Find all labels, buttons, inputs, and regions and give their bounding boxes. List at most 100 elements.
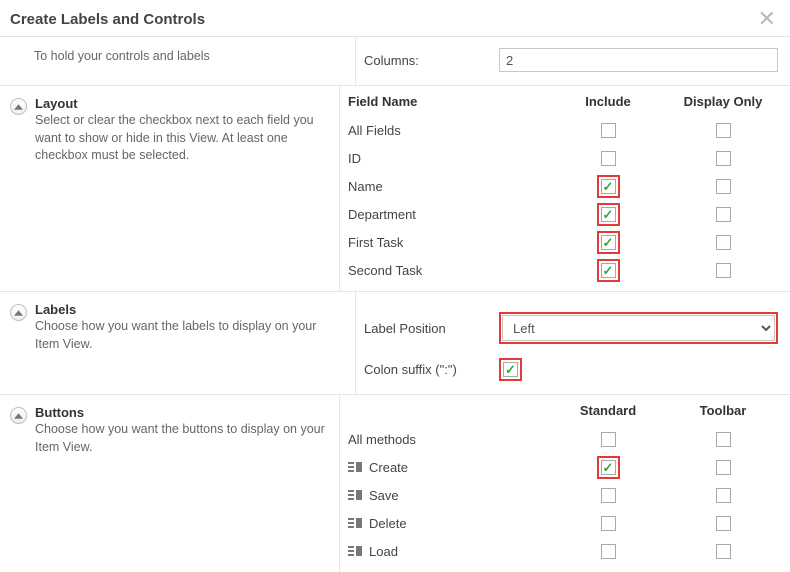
method-icon	[348, 461, 363, 474]
include-checkbox[interactable]	[601, 179, 616, 194]
standard-checkbox[interactable]	[601, 544, 616, 559]
method-label-text: Load	[369, 544, 398, 559]
buttons-desc: Choose how you want the buttons to displ…	[35, 421, 325, 456]
collapse-icon[interactable]	[10, 98, 27, 115]
cell	[668, 175, 778, 197]
highlight	[597, 456, 620, 479]
include-checkbox[interactable]	[601, 123, 616, 138]
colon-suffix-checkbox[interactable]	[503, 362, 518, 377]
cell	[668, 231, 778, 253]
toolbar-checkbox[interactable]	[716, 488, 731, 503]
toolbar-checkbox[interactable]	[716, 432, 731, 447]
cell	[548, 175, 668, 197]
label-position-select[interactable]: Left	[502, 315, 775, 341]
layout-desc: Select or clear the checkbox next to eac…	[35, 112, 325, 165]
collapse-icon[interactable]	[10, 304, 27, 321]
toolbar-checkbox[interactable]	[716, 544, 731, 559]
cell	[668, 456, 778, 478]
method-icon	[348, 545, 363, 558]
section-buttons-right: Standard Toolbar All methods Create Save De…	[339, 395, 790, 572]
display-only-checkbox[interactable]	[716, 123, 731, 138]
highlight	[597, 203, 620, 226]
method-icon	[348, 517, 363, 530]
collapse-icon[interactable]	[10, 407, 27, 424]
close-icon[interactable]: ✕	[758, 8, 776, 30]
label-position-row: Label Position Left	[364, 312, 778, 344]
standard-checkbox[interactable]	[601, 432, 616, 447]
cell	[668, 428, 778, 450]
include-checkbox[interactable]	[601, 235, 616, 250]
section-top-left: To hold your controls and labels	[0, 37, 355, 85]
method-label: All methods	[348, 428, 548, 450]
toolbar-checkbox[interactable]	[716, 516, 731, 531]
columns-row: Columns:	[364, 45, 778, 75]
highlight	[597, 259, 620, 282]
section-labels: Labels Choose how you want the labels to…	[0, 292, 790, 395]
display-only-checkbox[interactable]	[716, 207, 731, 222]
field-label: First Task	[348, 231, 548, 253]
display-only-checkbox[interactable]	[716, 179, 731, 194]
method-label-text: All methods	[348, 432, 416, 447]
colon-suffix-row: Colon suffix (":")	[364, 354, 778, 384]
layout-header-display: Display Only	[668, 94, 778, 113]
section-layout-right: Field Name Include Display Only All Fiel…	[339, 86, 790, 291]
field-label: Second Task	[348, 259, 548, 281]
cell	[668, 512, 778, 534]
highlight	[499, 358, 522, 381]
cell	[668, 147, 778, 169]
method-label: Load	[348, 540, 548, 562]
cell	[548, 512, 668, 534]
include-checkbox[interactable]	[601, 151, 616, 166]
field-label: All Fields	[348, 119, 548, 141]
dialog-header: Create Labels and Controls ✕	[0, 0, 790, 36]
method-label-text: Delete	[369, 516, 407, 531]
cell	[668, 203, 778, 225]
highlight: Left	[499, 312, 778, 344]
buttons-grid: Standard Toolbar All methods Create Save De…	[348, 403, 778, 562]
buttons-header-toolbar: Toolbar	[668, 403, 778, 422]
layout-header-include: Include	[548, 94, 668, 113]
labels-title: Labels	[35, 302, 341, 317]
buttons-header-standard: Standard	[548, 403, 668, 422]
toolbar-checkbox[interactable]	[716, 460, 731, 475]
highlight	[597, 231, 620, 254]
standard-checkbox[interactable]	[601, 488, 616, 503]
field-label: Name	[348, 175, 548, 197]
method-label: Save	[348, 484, 548, 506]
layout-grid: Field Name Include Display Only All Fiel…	[348, 94, 778, 281]
standard-checkbox[interactable]	[601, 516, 616, 531]
section-layout: Layout Select or clear the checkbox next…	[0, 86, 790, 292]
columns-input[interactable]	[499, 48, 778, 72]
cell	[668, 540, 778, 562]
section-buttons: Buttons Choose how you want the buttons …	[0, 395, 790, 572]
cell	[548, 147, 668, 169]
label-position-label: Label Position	[364, 321, 499, 336]
cell	[548, 428, 668, 450]
highlight	[597, 175, 620, 198]
include-checkbox[interactable]	[601, 263, 616, 278]
section-top-desc: To hold your controls and labels	[34, 48, 210, 66]
buttons-header-spacer	[348, 411, 548, 415]
layout-title: Layout	[35, 96, 325, 111]
include-checkbox[interactable]	[601, 207, 616, 222]
layout-header-field: Field Name	[348, 94, 548, 113]
cell	[548, 231, 668, 253]
field-label: Department	[348, 203, 548, 225]
section-layout-left: Layout Select or clear the checkbox next…	[0, 86, 339, 291]
section-buttons-left: Buttons Choose how you want the buttons …	[0, 395, 339, 572]
cell	[548, 484, 668, 506]
labels-desc: Choose how you want the labels to displa…	[35, 318, 341, 353]
cell	[548, 203, 668, 225]
cell	[548, 540, 668, 562]
cell	[548, 119, 668, 141]
method-label-text: Save	[369, 488, 399, 503]
display-only-checkbox[interactable]	[716, 235, 731, 250]
cell	[548, 456, 668, 478]
standard-checkbox[interactable]	[601, 460, 616, 475]
buttons-title: Buttons	[35, 405, 325, 420]
section-top: To hold your controls and labels Columns…	[0, 37, 790, 86]
display-only-checkbox[interactable]	[716, 151, 731, 166]
method-label-text: Create	[369, 460, 408, 475]
cell	[668, 119, 778, 141]
display-only-checkbox[interactable]	[716, 263, 731, 278]
